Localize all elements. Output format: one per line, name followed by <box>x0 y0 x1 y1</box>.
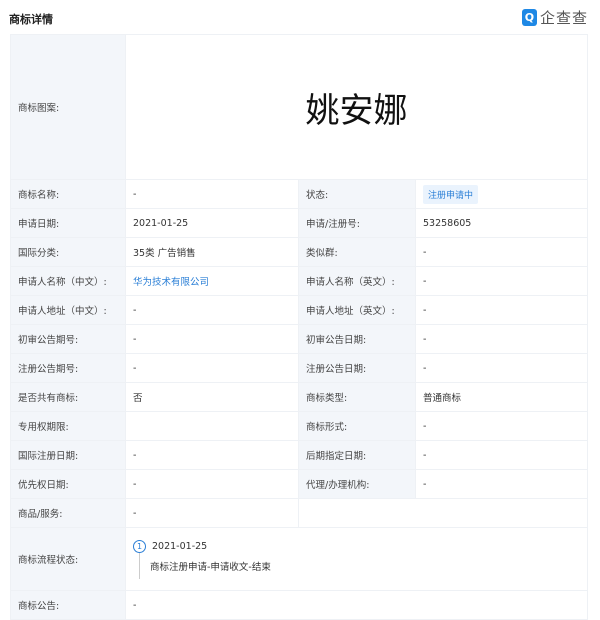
field-value: - <box>415 237 588 267</box>
field-label: 状态: <box>298 179 416 209</box>
field-value: 35类 广告销售 <box>125 237 299 267</box>
table-row: 是否共有商标: 否商标类型: 普通商标 <box>10 382 588 412</box>
qichacha-logo[interactable]: Q 企查查 <box>521 7 588 28</box>
table-row: 申请人名称（中文）: 华为技术有限公司 申请人名称（英文）: - <box>10 266 588 296</box>
field-label: 申请人地址（中文）: <box>10 295 126 325</box>
flow-row: 商标流程状态: 1 2021-01-25 商标注册申请-申请收文-结束 <box>10 527 588 591</box>
field-value: 注册申请中 <box>415 179 588 209</box>
flow-timeline: 1 2021-01-25 商标注册申请-申请收文-结束 <box>125 527 588 591</box>
field-label: 类似群: <box>298 237 416 267</box>
field-label: 初审公告期号: <box>10 324 126 354</box>
table-row: 国际注册日期: - 后期指定日期: - <box>10 440 588 470</box>
table-row: 申请人地址（中文）: - 申请人地址（英文）: - <box>10 295 588 325</box>
field-value: - <box>125 324 299 354</box>
header: 商标详情 Q 企查查 <box>0 0 600 34</box>
field-value: 华为技术有限公司 <box>125 266 299 296</box>
field-value: - <box>415 411 588 441</box>
field-value: - <box>125 469 299 499</box>
field-label: 商标流程状态: <box>10 527 126 591</box>
field-value: 否 <box>125 382 299 412</box>
step-description: 商标注册申请-申请收文-结束 <box>139 552 580 579</box>
field-label: 商标形式: <box>298 411 416 441</box>
field-label: 注册公告期号: <box>10 353 126 383</box>
field-value: - <box>125 179 299 209</box>
field-label: 后期指定日期: <box>298 440 416 470</box>
field-label: 申请人名称（中文）: <box>10 266 126 296</box>
field-label: 国际注册日期: <box>10 440 126 470</box>
field-label: 是否共有商标: <box>10 382 126 412</box>
page-title: 商标详情 <box>9 13 53 26</box>
field-value: - <box>415 353 588 383</box>
table-row: 优先权日期: - 代理/办理机构: - <box>10 469 588 499</box>
notice-row: 商标公告: - <box>10 590 588 620</box>
field-value: 普通商标 <box>415 382 588 412</box>
table-row: 申请日期: 2021-01-25 申请/注册号: 53258605 <box>10 208 588 238</box>
field-label: 代理/办理机构: <box>298 469 416 499</box>
field-label: 申请日期: <box>10 208 126 238</box>
mark-image-row: 商标图案: 姚安娜 <box>10 34 588 180</box>
field-label: 申请人名称（英文）: <box>298 266 416 296</box>
goods-row: 商品/服务: - <box>10 498 588 528</box>
applicant-link[interactable]: 华为技术有限公司 <box>133 277 209 288</box>
logo-icon: Q <box>521 9 537 26</box>
table-row: 专用权期限: 商标形式: - <box>10 411 588 441</box>
field-label: 商标类型: <box>298 382 416 412</box>
field-label: 申请人地址（英文）: <box>298 295 416 325</box>
field-value: 2021-01-25 <box>125 208 299 238</box>
field-label: 注册公告日期: <box>298 353 416 383</box>
field-value: - <box>125 295 299 325</box>
field-label: 优先权日期: <box>10 469 126 499</box>
field-label: 商标图案: <box>10 34 126 180</box>
field-label: 商标名称: <box>10 179 126 209</box>
field-label: 专用权期限: <box>10 411 126 441</box>
field-value: - <box>125 590 588 620</box>
field-label: 商标公告: <box>10 590 126 620</box>
table-row: 国际分类: 35类 广告销售 类似群: - <box>10 237 588 267</box>
table-row: 商标名称: - 状态: 注册申请中 <box>10 179 588 209</box>
status-badge: 注册申请中 <box>423 184 479 204</box>
field-value: - <box>415 440 588 470</box>
field-value: 53258605 <box>415 208 588 238</box>
field-label: 商品/服务: <box>10 498 126 528</box>
field-value <box>125 411 299 441</box>
field-value: - <box>415 324 588 354</box>
field-value: - <box>125 353 299 383</box>
field-value: - <box>125 498 299 528</box>
trademark-image: 姚安娜 <box>125 34 588 180</box>
table-row: 初审公告期号: - 初审公告日期: - <box>10 324 588 354</box>
field-value: - <box>415 295 588 325</box>
step-date: 2021-01-25 <box>152 540 208 552</box>
empty-cell <box>298 498 588 528</box>
field-label: 国际分类: <box>10 237 126 267</box>
trademark-detail-table: 商标图案: 姚安娜 商标名称: - 状态: 注册申请中 申请日期: 2021-01-25 申… <box>10 34 588 620</box>
step-number-icon: 1 <box>133 539 146 553</box>
field-value: - <box>125 440 299 470</box>
field-label: 申请/注册号: <box>298 208 416 238</box>
table-row: 注册公告期号: - 注册公告日期: - <box>10 353 588 383</box>
field-value: - <box>415 266 588 296</box>
field-label: 初审公告日期: <box>298 324 416 354</box>
field-value: - <box>415 469 588 499</box>
